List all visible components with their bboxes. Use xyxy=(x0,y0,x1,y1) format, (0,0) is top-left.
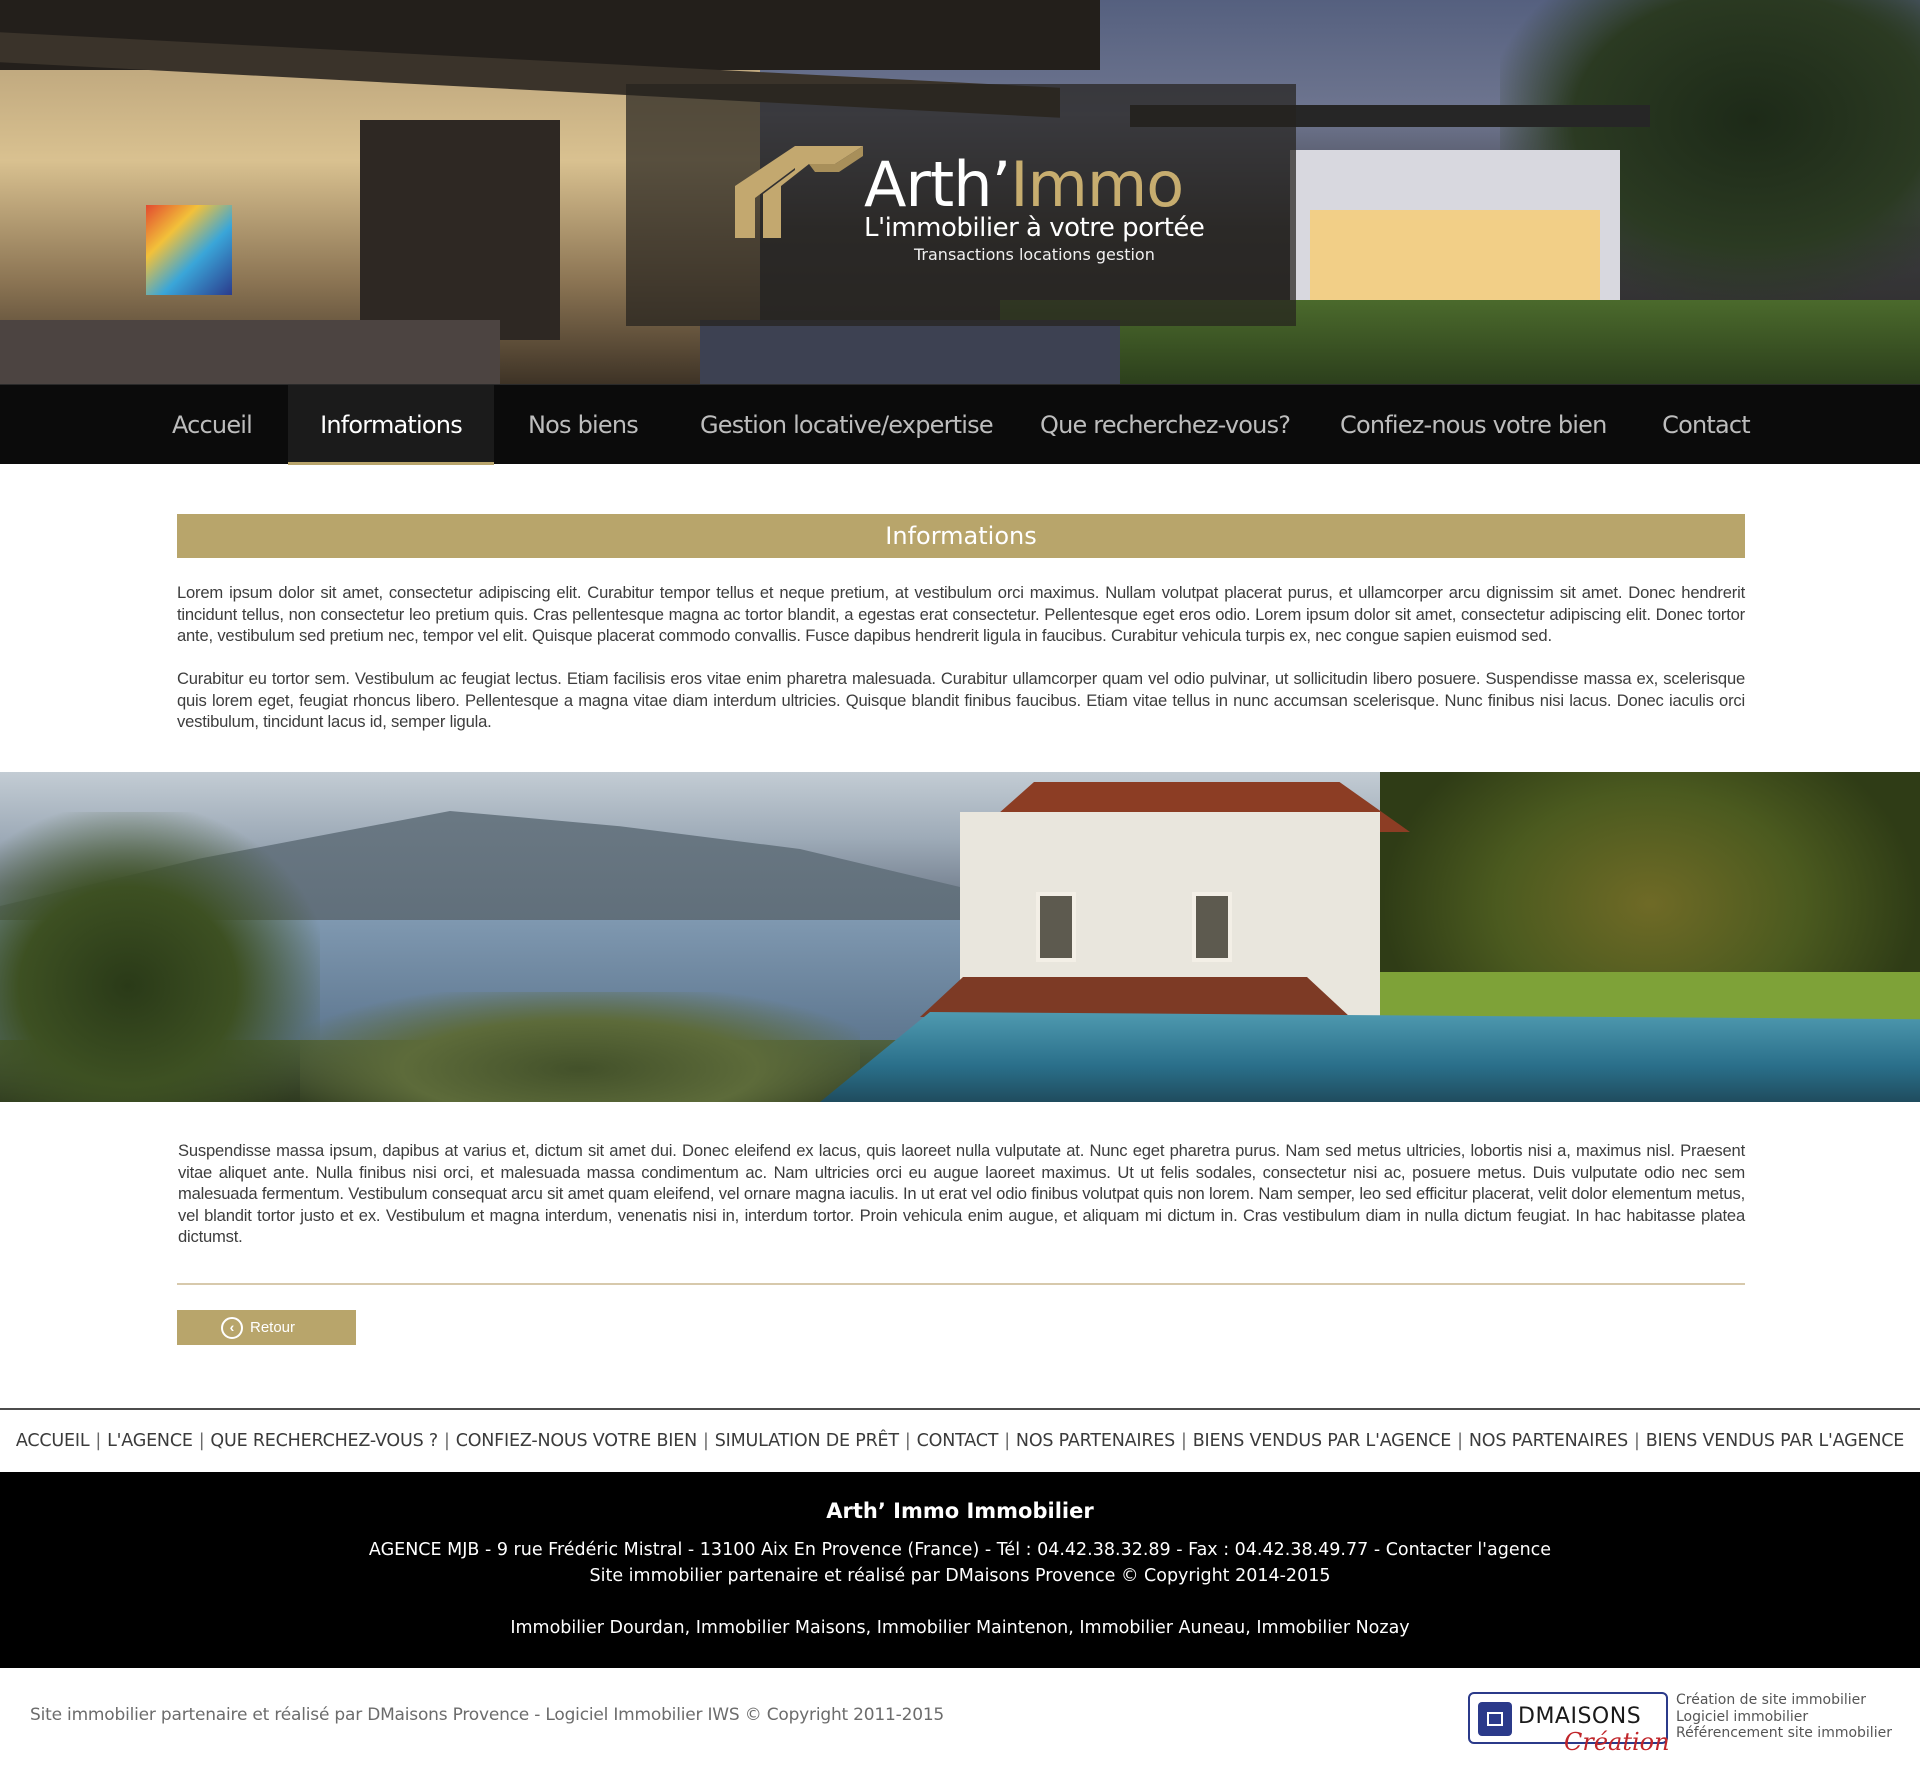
footer-info: Arth’ Immo Immobilier AGENCE MJB - 9 rue… xyxy=(0,1472,1920,1668)
photo-villa-window xyxy=(1192,892,1232,962)
nav-item-que-recherchez-vous[interactable]: Que recherchez-vous? xyxy=(1040,385,1291,465)
footer-company-name: Arth’ Immo Immobilier xyxy=(826,1499,1094,1523)
nav-item-contact[interactable]: Contact xyxy=(1658,385,1754,465)
content-divider xyxy=(177,1283,1745,1285)
chevron-left-circle-icon: ‹ xyxy=(221,1317,243,1339)
photo-shrubs xyxy=(300,992,860,1102)
footer-link-confiez-nous[interactable]: CONFIEZ-NOUS VOTRE BIEN xyxy=(456,1431,698,1451)
footer-link-simulation-pret[interactable]: SIMULATION DE PRÊT xyxy=(715,1431,899,1451)
footer-address: AGENCE MJB - 9 rue Frédéric Mistral - 13… xyxy=(0,1539,1920,1561)
footer-link-biens-vendus-2[interactable]: BIENS VENDUS PAR L'AGENCE xyxy=(1646,1431,1905,1451)
nav-item-confiez-nous[interactable]: Confiez-nous votre bien xyxy=(1340,385,1607,465)
brand-name[interactable]: Arth’Immo xyxy=(864,148,1184,221)
footer-separator: | xyxy=(1633,1431,1640,1451)
content-paragraph-2: Curabitur eu tortor sem. Vestibulum ac f… xyxy=(177,669,1745,731)
brand-name-main: Arth’ xyxy=(864,148,1011,221)
footer-separator: | xyxy=(904,1431,911,1451)
hero-pool xyxy=(700,320,1120,384)
footer-credit: Site immobilier partenaire et réalisé pa… xyxy=(589,1566,1331,1586)
photo-villa-lower-roof xyxy=(920,977,1350,1017)
photo-villa-window xyxy=(1036,892,1076,962)
villa-lake-photo xyxy=(0,772,1920,1102)
house-logo-icon xyxy=(735,146,863,238)
footer-cities: Immobilier Dourdan, Immobilier Maisons, … xyxy=(510,1618,1410,1638)
hero-wall xyxy=(360,120,560,340)
footer-separator: | xyxy=(1457,1431,1463,1451)
partner-service-item: Référencement site immobilier xyxy=(1676,1725,1892,1741)
hero-painting xyxy=(146,205,232,295)
footer-link-accueil[interactable]: ACCUEIL xyxy=(16,1431,90,1451)
footer-link-biens-vendus[interactable]: BIENS VENDUS PAR L'AGENCE xyxy=(1193,1431,1452,1451)
nav-item-informations[interactable]: Informations xyxy=(288,385,494,465)
brand-subtitle: Transactions locations gestion xyxy=(914,245,1155,264)
photo-infinity-pool xyxy=(820,1012,1920,1102)
photo-garden-left xyxy=(0,812,320,1102)
footer-separator: | xyxy=(1181,1431,1187,1451)
nav-item-gestion-locative[interactable]: Gestion locative/expertise xyxy=(700,385,994,465)
footer-separator: | xyxy=(198,1431,205,1451)
footer-link-partenaires-2[interactable]: NOS PARTENAIRES xyxy=(1469,1431,1628,1451)
partner-services-list: Création de site immobilier Logiciel imm… xyxy=(1676,1692,1892,1742)
page-title: Informations xyxy=(177,514,1745,558)
dmaisons-wordmark: DMAISONS xyxy=(1518,1704,1642,1729)
bottom-credit: Site immobilier partenaire et réalisé pa… xyxy=(30,1705,945,1725)
footer-separator: | xyxy=(443,1431,450,1451)
dmaisons-creation-script: Création xyxy=(1564,1728,1670,1756)
partner-service-item: Création de site immobilier xyxy=(1676,1692,1867,1708)
footer-address-text: AGENCE MJB - 9 rue Frédéric Mistral - 13… xyxy=(368,1540,1386,1560)
footer-contact-agency-link[interactable]: Contacter l'agence xyxy=(1386,1540,1551,1560)
nav-item-nos-biens[interactable]: Nos biens xyxy=(520,385,646,465)
footer-link-partenaires[interactable]: NOS PARTENAIRES xyxy=(1016,1431,1175,1451)
hero-sofa xyxy=(0,320,500,384)
brand-name-accent: Immo xyxy=(1010,148,1184,221)
hero-house-window xyxy=(1310,210,1600,300)
footer-link-que-recherchez-vous[interactable]: QUE RECHERCHEZ-VOUS ? xyxy=(210,1431,438,1451)
partner-service-item: Logiciel immobilier xyxy=(1676,1708,1809,1725)
content-paragraph-1: Lorem ipsum dolor sit amet, consectetur … xyxy=(177,583,1745,645)
back-button-label: Retour xyxy=(250,1319,296,1336)
back-button[interactable]: ‹ Retour xyxy=(177,1310,356,1345)
footer-separator: | xyxy=(703,1431,709,1451)
hero-banner: Arth’Immo L'immobilier à votre portée Tr… xyxy=(0,0,1920,384)
footer-separator: | xyxy=(95,1431,102,1451)
footer-link-agence[interactable]: L'AGENCE xyxy=(107,1431,193,1451)
footer-links-bar: ACCUEIL | L'AGENCE | QUE RECHERCHEZ-VOUS ? | C… xyxy=(0,1408,1920,1472)
dmaisons-house-icon xyxy=(1478,1702,1512,1736)
footer-separator: | xyxy=(1004,1431,1010,1451)
brand-tagline: L'immobilier à votre portée xyxy=(864,213,1205,243)
nav-item-accueil[interactable]: Accueil xyxy=(160,385,264,465)
dmaisons-house-icon-inner xyxy=(1487,1712,1503,1726)
main-navigation: Accueil Informations Nos biens Gestion l… xyxy=(0,384,1920,465)
footer-link-contact[interactable]: CONTACT xyxy=(917,1431,999,1451)
dmaisons-creation-logo[interactable]: DMAISONS Création xyxy=(1468,1692,1670,1760)
content-paragraph-3: Suspendisse massa ipsum, dapibus at vari… xyxy=(178,1141,1745,1246)
